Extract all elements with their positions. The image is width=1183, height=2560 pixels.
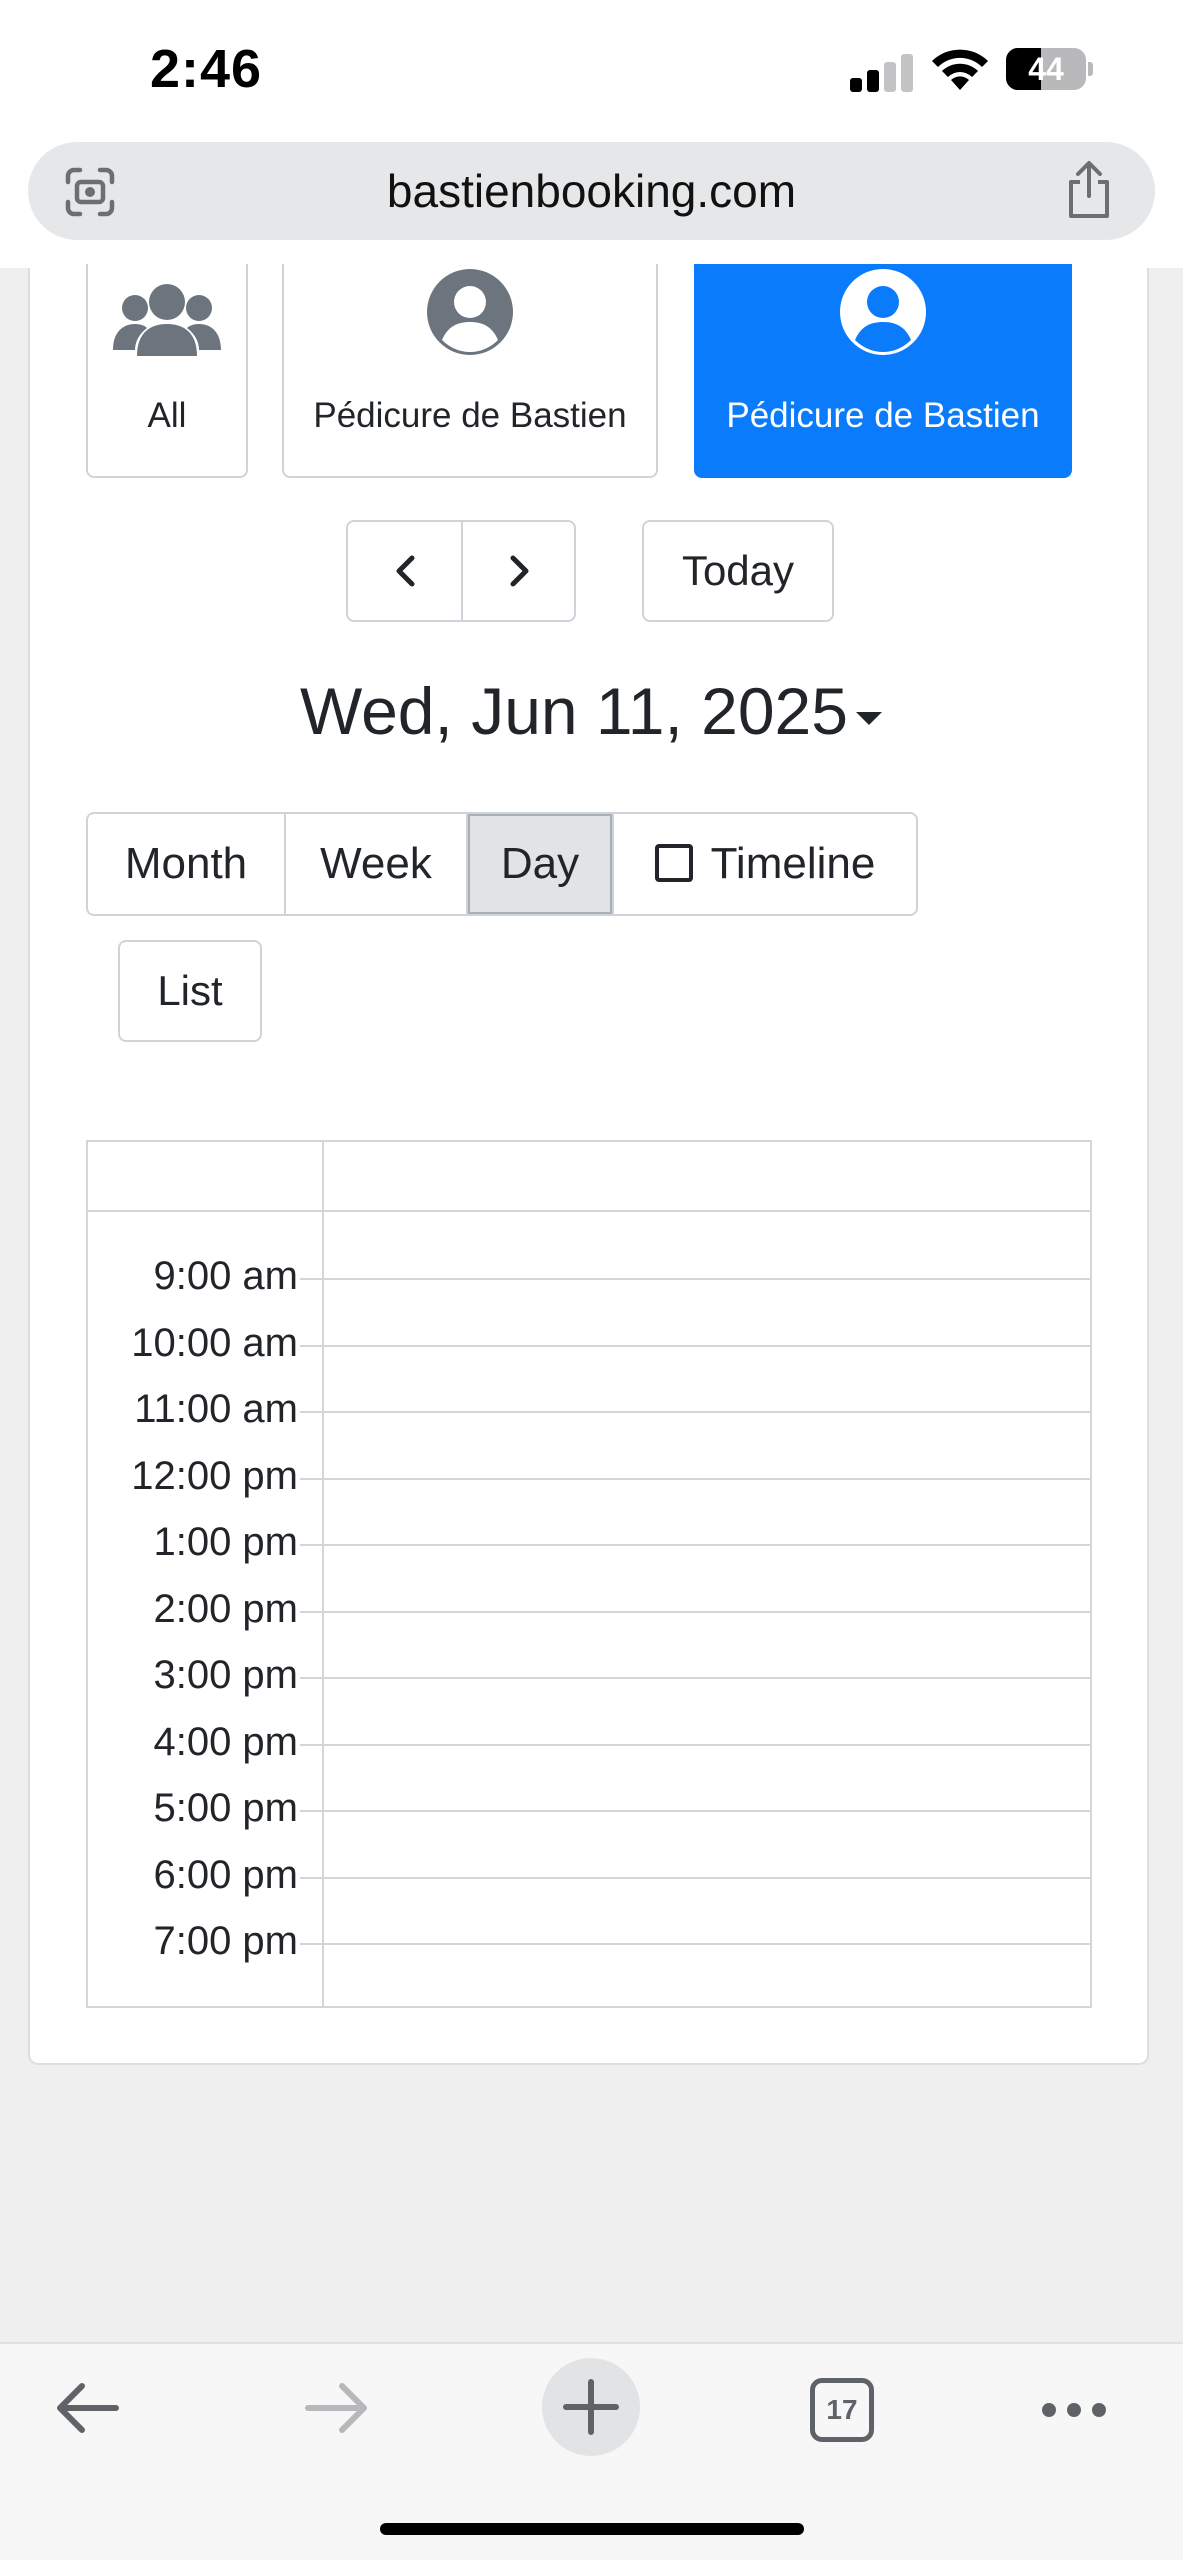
home-indicator	[380, 2523, 804, 2535]
address-bar[interactable]: bastienbooking.com	[28, 142, 1155, 240]
time-slot-line[interactable]	[300, 1345, 1090, 1347]
time-slot-label: 5:00 pm	[153, 1786, 298, 1830]
caret-down-icon[interactable]	[856, 712, 882, 725]
time-slot-line[interactable]	[300, 1611, 1090, 1613]
staff-button-pedicure-1[interactable]: Pédicure de Bastien	[282, 264, 658, 478]
time-slot-label: 9:00 am	[153, 1254, 298, 1298]
plus-icon	[563, 2379, 619, 2435]
time-slot-line[interactable]	[300, 1877, 1090, 1879]
view-list-button[interactable]: List	[118, 940, 262, 1042]
battery-level: 44	[1028, 51, 1064, 87]
chevron-left-icon	[396, 555, 414, 587]
staff-label: Pédicure de Bastien	[313, 396, 627, 435]
tab-count-button[interactable]: 17	[810, 2378, 874, 2442]
time-slot-line[interactable]	[300, 1943, 1090, 1945]
new-tab-button[interactable]	[542, 2358, 640, 2456]
time-slot-label: 10:00 am	[131, 1321, 298, 1365]
back-arrow-icon[interactable]	[52, 2380, 122, 2436]
date-title[interactable]: Wed, Jun 11, 2025	[300, 673, 848, 749]
today-button[interactable]: Today	[642, 520, 834, 622]
view-timeline-button[interactable]: Timeline	[614, 814, 916, 914]
next-button[interactable]	[463, 522, 576, 620]
staff-label: All	[147, 396, 187, 435]
time-slot-label: 11:00 am	[134, 1387, 298, 1431]
time-slot-label: 6:00 pm	[153, 1853, 298, 1897]
group-icon	[113, 284, 221, 356]
more-icon[interactable]	[1040, 2400, 1108, 2420]
forward-arrow-icon[interactable]	[302, 2380, 372, 2436]
time-slot-label: 12:00 pm	[131, 1454, 298, 1498]
time-slot-line[interactable]	[300, 1744, 1090, 1746]
signal-icon	[850, 52, 914, 92]
time-slot-line[interactable]	[300, 1478, 1090, 1480]
prev-button[interactable]	[348, 522, 461, 620]
status-time: 2:46	[150, 39, 263, 99]
staff-label: Pédicure de Bastien	[726, 396, 1040, 435]
chevron-right-icon	[510, 555, 528, 587]
status-bar: 2:46 44	[0, 0, 1183, 140]
view-week-button[interactable]: Week	[286, 814, 466, 914]
share-icon[interactable]	[1063, 160, 1115, 220]
booking-card: All Pédicure de Bastien Pédicure de Bast…	[28, 264, 1149, 2065]
browser-url-area: bastienbooking.com	[0, 140, 1183, 268]
view-day-button[interactable]: Day	[468, 814, 612, 914]
time-slot-label: 3:00 pm	[153, 1653, 298, 1697]
user-circle-icon	[840, 269, 926, 355]
time-slot-label: 7:00 pm	[153, 1919, 298, 1963]
wifi-icon	[932, 49, 988, 90]
view-month-button[interactable]: Month	[88, 814, 284, 914]
day-calendar-grid: 9:00 am 10:00 am 11:00 am 12:00 pm 1:00 pm 2:…	[86, 1140, 1092, 2008]
time-slot-line[interactable]	[300, 1677, 1090, 1679]
time-slot-line[interactable]	[300, 1544, 1090, 1546]
time-slot-label: 2:00 pm	[153, 1587, 298, 1631]
time-slot-line[interactable]	[300, 1411, 1090, 1413]
user-circle-icon	[427, 269, 513, 355]
date-nav-group	[346, 520, 576, 622]
time-slot-label: 4:00 pm	[153, 1720, 298, 1764]
calendar-header-row	[88, 1210, 1090, 1212]
time-slot-label: 1:00 pm	[153, 1520, 298, 1564]
time-slot-line[interactable]	[300, 1278, 1090, 1280]
staff-button-all[interactable]: All	[86, 264, 248, 478]
timeline-label: Timeline	[710, 839, 876, 888]
view-switcher: Month Week Day Timeline	[86, 812, 918, 916]
staff-button-pedicure-2[interactable]: Pédicure de Bastien	[694, 264, 1072, 478]
url-text: bastienbooking.com	[386, 165, 797, 217]
battery-icon: 44	[1006, 48, 1093, 90]
time-slot-line[interactable]	[300, 1810, 1090, 1812]
checkbox-icon[interactable]	[654, 844, 693, 882]
